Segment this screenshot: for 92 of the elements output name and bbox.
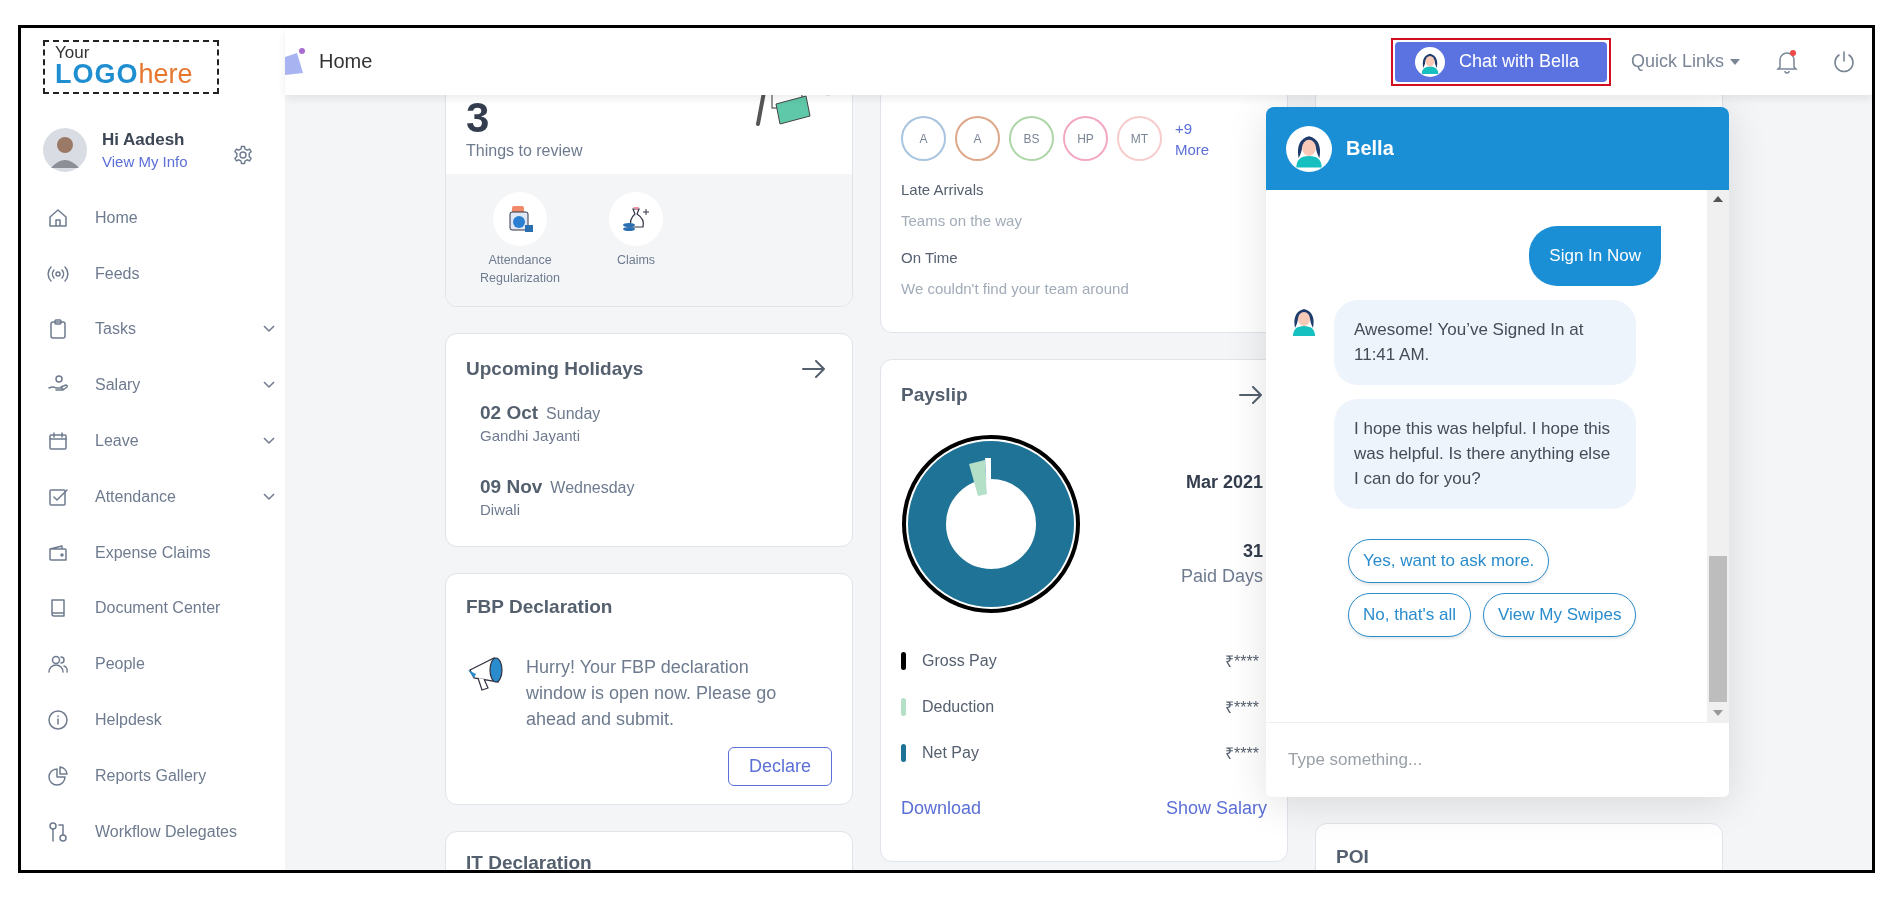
assistant-avatar xyxy=(1286,125,1332,172)
quick-links-dropdown[interactable]: Quick Links xyxy=(1630,51,1740,72)
section-title: Late Arrivals xyxy=(901,181,985,198)
chevron-down-icon[interactable] xyxy=(263,381,275,390)
chat-button[interactable]: Chat with Bella xyxy=(1394,41,1607,82)
legend-value: ₹**** xyxy=(1225,652,1260,672)
more-link[interactable]: +9 More xyxy=(1175,117,1219,160)
paid-days-count: 31 xyxy=(1242,541,1263,562)
initials-avatar: BS xyxy=(1009,116,1054,161)
download-link[interactable]: Download xyxy=(901,798,982,819)
legend-label: Net Pay xyxy=(922,744,980,762)
power-icon[interactable] xyxy=(1832,49,1856,74)
review-action[interactable]: Attendance Regularization xyxy=(474,192,566,306)
sidebar-item[interactable]: Workflow Delegates xyxy=(43,820,243,843)
section-title: On Time xyxy=(901,249,959,266)
card-title: FBP Declaration xyxy=(466,596,614,618)
home-icon xyxy=(47,206,69,229)
sidebar-item[interactable]: Helpdesk xyxy=(43,709,243,732)
suggestion-chip[interactable]: No, that's all xyxy=(1348,593,1471,638)
chevron-down-icon[interactable] xyxy=(263,325,275,334)
holiday-day: Wednesday xyxy=(550,479,635,496)
sidebar-item[interactable]: Reports Gallery xyxy=(43,764,243,787)
holiday-name: Gandhi Jayanti xyxy=(480,427,582,444)
legend-label: Deduction xyxy=(922,698,996,716)
holiday-date: 02 Oct xyxy=(480,402,539,423)
sidebar-item[interactable]: Document Center xyxy=(43,597,243,620)
legend-label: Gross Pay xyxy=(922,652,998,670)
tasks-icon xyxy=(47,318,69,341)
status-mark: - xyxy=(825,95,830,102)
notification-bell-icon[interactable] xyxy=(1776,49,1798,74)
people-icon xyxy=(47,653,69,676)
workflow-icon xyxy=(47,820,69,843)
review-count: 3 xyxy=(466,96,490,140)
money-bag-icon xyxy=(621,205,651,233)
section-text: Teams on the way xyxy=(901,212,1023,229)
reports-icon xyxy=(47,764,69,787)
leave-icon xyxy=(47,430,69,453)
sidebar-item[interactable]: Attendance xyxy=(43,485,243,508)
scroll-down-icon[interactable] xyxy=(1713,710,1723,716)
assistant-avatar-icon xyxy=(1414,46,1445,77)
settings-icon[interactable] xyxy=(232,145,253,165)
scrollbar[interactable] xyxy=(1707,190,1729,722)
holiday-date: 09 Nov xyxy=(480,476,543,497)
scroll-thumb[interactable] xyxy=(1709,556,1727,702)
initials-avatar: A xyxy=(901,116,946,161)
greeting: Hi Aadesh xyxy=(102,129,186,150)
bot-message: Awesome! You’ve Signed In at 11:41 AM. xyxy=(1334,300,1636,386)
chevron-down-icon[interactable] xyxy=(263,492,275,501)
legend-value: ₹**** xyxy=(1225,744,1260,764)
sidebar-item[interactable]: Home xyxy=(43,206,243,229)
chevron-down-icon[interactable] xyxy=(263,437,275,446)
bot-message: I hope this was helpful. I hope this was helpful. Is there anything else I can do for you? xyxy=(1334,399,1636,510)
suggestion-chip[interactable]: Yes, want to ask more. xyxy=(1348,539,1550,584)
sidebar-item[interactable]: Expense Claims xyxy=(43,541,243,564)
scroll-up-icon[interactable] xyxy=(1713,196,1723,202)
card-title: Upcoming Holidays xyxy=(466,358,644,380)
sidebar-item[interactable]: People xyxy=(43,653,243,676)
helpdesk-icon xyxy=(47,709,69,732)
chat-header: Bella xyxy=(1266,107,1729,190)
initials-avatar: A xyxy=(955,116,1000,161)
show-salary-link[interactable]: Show Salary xyxy=(1165,798,1267,819)
fbp-message: Hurry! Your FBP declaration window is open now. Please go ahead and submit. xyxy=(526,656,778,732)
paid-days-label: Paid Days xyxy=(1180,566,1263,587)
message-input[interactable]: Type something... xyxy=(1266,722,1729,797)
sidebar-item[interactable]: Salary xyxy=(43,374,243,397)
holiday-name: Diwali xyxy=(480,501,521,518)
card-title: IT Declaration xyxy=(466,852,592,870)
arrow-right-icon[interactable] xyxy=(802,360,826,378)
arrow-right-icon[interactable] xyxy=(1239,386,1263,404)
initials-avatar: HP xyxy=(1063,116,1108,161)
initials-avatar: MT xyxy=(1117,116,1162,161)
page-title: Home xyxy=(319,50,373,73)
declare-button[interactable]: Declare xyxy=(727,747,832,786)
review-label: Things to review xyxy=(466,142,584,160)
attendance-clock-icon xyxy=(506,204,534,234)
sidebar-item[interactable]: Tasks xyxy=(43,318,243,341)
caret-icon xyxy=(1730,58,1740,65)
holiday-day: Sunday xyxy=(546,405,601,422)
card-title: POI xyxy=(1336,846,1369,867)
page-icon xyxy=(283,46,307,77)
view-info-link[interactable]: View My Info xyxy=(102,152,188,170)
user-message: Sign In Now xyxy=(1529,226,1661,286)
legend-value: ₹**** xyxy=(1225,698,1260,718)
sidebar-item[interactable]: Feeds xyxy=(43,262,243,285)
review-action[interactable]: Claims xyxy=(590,192,682,306)
logo: Your LOGOhere xyxy=(43,40,219,94)
payslip-month: Mar 2021 xyxy=(1185,472,1263,493)
section-text: We couldn't find your team around xyxy=(901,280,1130,297)
user-avatar xyxy=(43,128,87,172)
sidebar-item[interactable]: Leave xyxy=(43,430,243,453)
suggestion-chip[interactable]: View My Swipes xyxy=(1483,593,1637,638)
card-title: Payslip xyxy=(901,384,968,406)
